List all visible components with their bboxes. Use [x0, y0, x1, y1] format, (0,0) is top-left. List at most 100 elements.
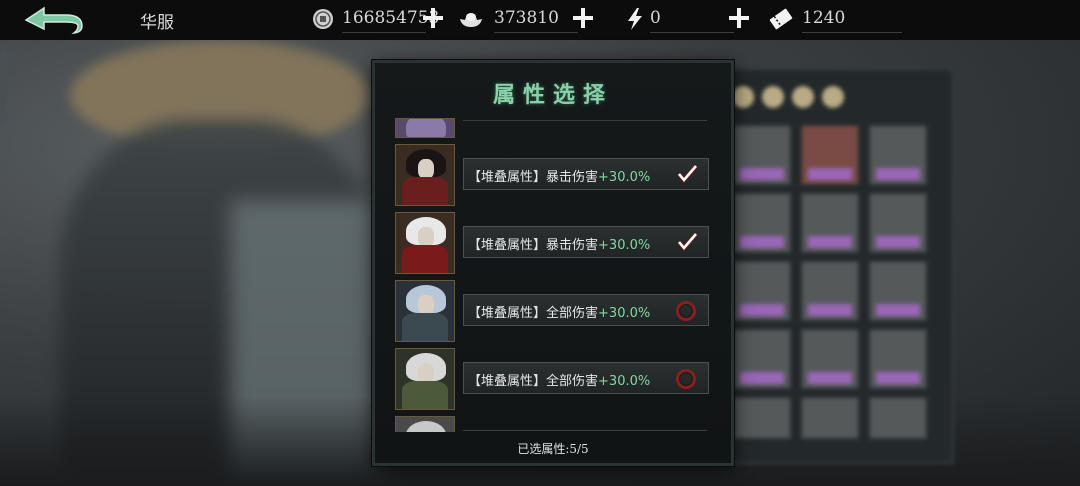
attribute-bonus: +30.0%: [598, 238, 651, 253]
attribute-row[interactable]: 【堆叠属性】暴击伤害+30.0%: [393, 144, 713, 206]
portrait-face: [418, 363, 434, 383]
back-arrow-icon: [24, 6, 83, 35]
roster-card-tag: [740, 236, 784, 248]
attribute-option[interactable]: 【堆叠属性】全部伤害+30.0%: [463, 294, 709, 326]
attribute-name: 全部伤害: [546, 306, 599, 321]
attribute-select-panel: 属性选择 【堆叠属性】暴击伤害+30.0% 【堆叠属性】暴击伤害+30.0% 【…: [372, 60, 734, 466]
roster-dot: [762, 86, 784, 108]
attribute-text: 【堆叠属性】全部伤害+30.0%: [468, 302, 650, 321]
roster-card-tag: [876, 236, 920, 248]
roster-card[interactable]: [800, 260, 860, 322]
resource-ticket: 1240: [768, 5, 908, 33]
roster-card[interactable]: [800, 192, 860, 254]
attribute-name: 暴击伤害: [546, 238, 599, 253]
panel-title: 属性选择: [492, 82, 613, 108]
roster-card-tag: [808, 372, 852, 384]
attribute-option[interactable]: 【堆叠属性】暴击伤害+30.0%: [463, 226, 709, 258]
hero-portrait: [395, 118, 455, 138]
silver-underline: [494, 32, 578, 33]
roster-card[interactable]: [732, 124, 792, 186]
resource-coin: 166854753: [310, 5, 439, 33]
roster-card[interactable]: [868, 396, 928, 440]
add-energy-button[interactable]: [728, 7, 750, 29]
attribute-row[interactable]: 【堆叠属性】全部伤害+30.0%: [393, 280, 713, 342]
coin-underline: [342, 32, 426, 33]
roster-card[interactable]: [800, 124, 860, 186]
row-divider: [463, 120, 707, 121]
attribute-text: 【堆叠属性】全部伤害+30.0%: [468, 370, 650, 389]
attribute-name: 全部伤害: [546, 374, 599, 389]
roster-dot: [822, 86, 844, 108]
roster-card[interactable]: [868, 124, 928, 186]
attribute-text: 【堆叠属性】暴击伤害+30.0%: [468, 166, 650, 185]
silver-value: 373810: [494, 8, 559, 28]
roster-card[interactable]: [868, 328, 928, 390]
attribute-row-partial: [393, 118, 713, 138]
roster-card-tag: [740, 168, 784, 180]
roster-card[interactable]: [732, 260, 792, 322]
roster-card-tag: [876, 304, 920, 316]
resource-energy: 0: [622, 5, 734, 33]
roster-card-tag: [876, 168, 920, 180]
ticket-value: 1240: [802, 8, 846, 28]
unselected-ring-icon: [676, 301, 696, 321]
lightning-icon: [628, 8, 642, 30]
roster-card-tag: [808, 168, 852, 180]
roster-card-tag: [740, 372, 784, 384]
portrait-face: [418, 295, 434, 315]
attribute-row-partial: [393, 416, 713, 432]
portrait-face: [418, 227, 434, 247]
hero-portrait: [395, 144, 455, 206]
attribute-prefix: 【堆叠属性】: [468, 170, 547, 185]
hero-portrait: [395, 212, 455, 274]
add-silver-button[interactable]: [572, 7, 594, 29]
add-coin-button[interactable]: [422, 7, 444, 29]
roster-card[interactable]: [732, 396, 792, 440]
roster-card[interactable]: [800, 328, 860, 390]
roster-card-tag: [808, 236, 852, 248]
portrait-body: [402, 245, 448, 273]
roster-card[interactable]: [732, 328, 792, 390]
attribute-name: 暴击伤害: [546, 170, 599, 185]
ticket-icon: [769, 8, 793, 30]
checkmark-icon: [677, 232, 698, 252]
attribute-list[interactable]: 【堆叠属性】暴击伤害+30.0% 【堆叠属性】暴击伤害+30.0% 【堆叠属性】…: [393, 118, 713, 432]
attribute-prefix: 【堆叠属性】: [468, 238, 547, 253]
page-title: 华服: [140, 13, 174, 33]
ticket-underline: [802, 32, 902, 33]
portrait-body: [402, 177, 448, 205]
roster-card[interactable]: [868, 260, 928, 322]
energy-underline: [650, 32, 734, 33]
hero-portrait: [395, 348, 455, 410]
roster-card-tag: [808, 304, 852, 316]
portrait-face: [418, 159, 434, 179]
character-roster: [718, 68, 954, 464]
portrait-hair: [406, 119, 446, 137]
attribute-row[interactable]: 【堆叠属性】暴击伤害+30.0%: [393, 212, 713, 274]
roster-card-tag: [876, 372, 920, 384]
roster-dot: [732, 86, 754, 108]
unselected-ring-icon: [676, 369, 696, 389]
attribute-bonus: +30.0%: [598, 374, 651, 389]
attribute-bonus: +30.0%: [598, 170, 651, 185]
attribute-row[interactable]: 【堆叠属性】全部伤害+30.0%: [393, 348, 713, 410]
hero-portrait: [395, 416, 455, 432]
attribute-prefix: 【堆叠属性】: [468, 306, 547, 321]
energy-value: 0: [650, 8, 661, 28]
back-button[interactable]: [22, 6, 86, 35]
roster-card[interactable]: [800, 396, 860, 440]
checkmark-icon: [677, 164, 698, 184]
attribute-option[interactable]: 【堆叠属性】暴击伤害+30.0%: [463, 158, 709, 190]
attribute-bonus: +30.0%: [598, 306, 651, 321]
attribute-option[interactable]: 【堆叠属性】全部伤害+30.0%: [463, 362, 709, 394]
top-bar: 华服 166854753 373810 0 1240: [0, 0, 1080, 40]
row-divider: [463, 430, 707, 431]
roster-card[interactable]: [868, 192, 928, 254]
resource-silver: 373810: [458, 5, 578, 33]
hero-portrait: [395, 280, 455, 342]
side-tab[interactable]: [0, 44, 7, 122]
roster-card[interactable]: [732, 192, 792, 254]
coin-icon: [313, 9, 333, 29]
portrait-hair: [406, 421, 446, 432]
portrait-body: [402, 313, 448, 341]
